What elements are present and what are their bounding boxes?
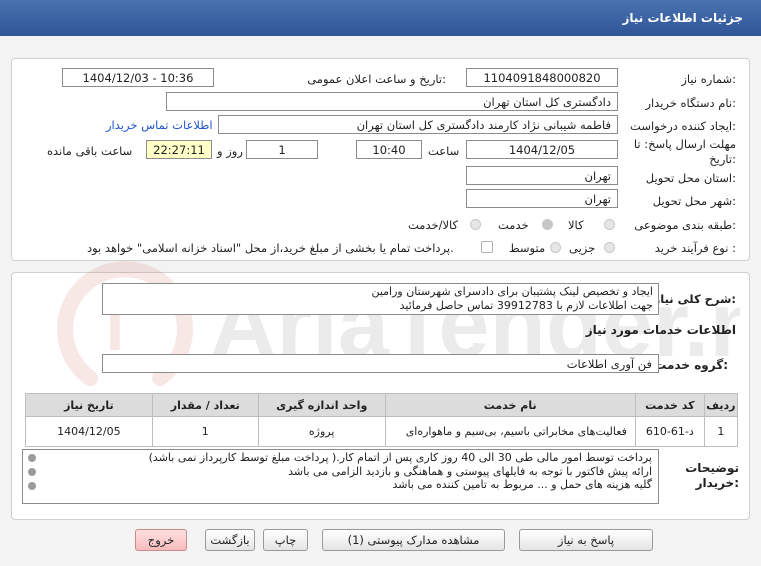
- scroll-down-dot-icon[interactable]: [28, 482, 36, 490]
- category-option-both: کالا/خدمت: [408, 218, 459, 232]
- service-group-label: گروه خدمت:: [654, 358, 728, 372]
- days-field: 1: [246, 140, 318, 159]
- summary-line-2: جهت اطلاعات لازم با 39912783 تماس حاصل ف…: [399, 298, 653, 312]
- scroll-up-dot-icon[interactable]: [28, 454, 36, 462]
- summary-line-1: ایجاد و تخصیص لینک پشتیبان برای دادسرای …: [371, 285, 653, 298]
- city-label: شهر محل تحویل:: [652, 194, 736, 208]
- table-header-cell: نام خدمت: [384, 393, 636, 417]
- need-number-field: 1104091848000820: [466, 68, 618, 87]
- province-field: تهران: [466, 166, 618, 185]
- table-cell: 1: [151, 416, 259, 447]
- process-option-medium: متوسط: [509, 241, 546, 255]
- table-header-cell: کد خدمت: [634, 393, 705, 417]
- category-radio-service[interactable]: [542, 219, 553, 230]
- table-header-cell: تعداد / مقدار: [151, 393, 259, 417]
- summary-box: ایجاد و تخصیص لینک پشتیبان برای دادسرای …: [102, 283, 659, 315]
- city-field: تهران: [466, 189, 618, 208]
- announce-date-field: 1404/12/03 - 10:36: [62, 68, 214, 87]
- category-label: طبقه بندی موضوعی:: [634, 218, 736, 232]
- announce-date-label: تاریخ و ساعت اعلان عمومی:: [307, 72, 446, 86]
- table-header-cell: واحد اندازه گیری: [257, 393, 386, 417]
- category-radio-both[interactable]: [470, 219, 481, 230]
- buyer-note-line-3: گلیه هزینه های حمل و ... مربوط به تامین …: [392, 478, 652, 491]
- creator-field: فاطمه شیبانی نژاد کارمند دادگستری کل است…: [218, 115, 618, 134]
- exit-button[interactable]: خروج: [135, 529, 187, 551]
- table-header-cell: تاریخ نیاز: [25, 393, 153, 417]
- buyer-org-field: دادگستری کل استان تهران: [166, 92, 618, 111]
- days-label: روز و: [217, 144, 243, 158]
- process-label: نوع فرآیند خرید :: [654, 241, 736, 255]
- table-header-cell: ردیف: [703, 393, 739, 417]
- page-title: جزئیات اطلاعات نیاز: [622, 11, 743, 25]
- deadline-time-field: 10:40: [356, 140, 422, 159]
- services-table-wrap: ردیف کد خدمت نام خدمت واحد اندازه گیری تعداد…: [25, 393, 739, 447]
- print-button[interactable]: چاپ: [263, 529, 308, 551]
- services-section-title: اطلاعات خدمات مورد نیاز: [585, 323, 736, 337]
- buyer-note-line-1: پرداخت توسط امور مالی طی 30 الی 40 روز ک…: [148, 451, 652, 464]
- treasury-payment-checkbox[interactable]: [481, 241, 493, 253]
- remaining-time-label: ساعت باقی مانده: [47, 144, 133, 158]
- remaining-time-field: 22:27:11: [146, 140, 212, 159]
- summary-label: شرح کلی نیاز:: [653, 292, 736, 306]
- process-radio-minor[interactable]: [604, 242, 615, 253]
- service-group-field: فن آوری اطلاعات: [102, 354, 659, 373]
- deadline-label-line2: تاریخ:: [709, 152, 736, 166]
- notes-scrollbar[interactable]: [25, 452, 39, 501]
- reply-button[interactable]: پاسخ به نیاز: [519, 529, 653, 551]
- table-header-row: ردیف کد خدمت نام خدمت واحد اندازه گیری تعداد…: [25, 393, 739, 417]
- deadline-label: مهلت ارسال پاسخ: تا تاریخ:: [634, 137, 736, 167]
- view-attachments-button[interactable]: مشاهده مدارک پیوستی (1): [322, 529, 505, 551]
- process-radio-medium[interactable]: [550, 242, 561, 253]
- buyer-org-label: نام دستگاه خریدار:: [645, 96, 736, 110]
- table-cell: 1: [703, 416, 739, 447]
- table-cell: فعالیت‌های مخابراتی باسیم، بی‌سیم و ماهو…: [384, 416, 636, 447]
- table-cell: د-61-610: [634, 416, 705, 447]
- buyer-notes-label-line1: توضیحات: [685, 461, 739, 475]
- category-option-service: خدمت: [498, 218, 529, 232]
- process-option-minor: جزیی: [569, 241, 596, 255]
- province-label: استان محل تحویل:: [645, 171, 736, 185]
- table-body: 1 د-61-610 فعالیت‌های مخابراتی باسیم، بی‌س…: [25, 416, 739, 447]
- table-cell: 1404/12/05: [25, 416, 153, 447]
- buyer-note-line-2: ارائه پیش فاکتور با توجه به فایلهای پیوس…: [288, 464, 652, 478]
- table-row: 1 د-61-610 فعالیت‌های مخابراتی باسیم، بی‌س…: [25, 416, 739, 447]
- back-button[interactable]: بازگشت: [205, 529, 255, 551]
- treasury-payment-note: پرداخت تمام یا بخشی از مبلغ خرید،از محل …: [87, 241, 454, 255]
- need-number-label: شماره نیاز:: [681, 72, 736, 86]
- deadline-date-field: 1404/12/05: [466, 140, 618, 159]
- buyer-contact-link[interactable]: اطلاعات تماس خریدار: [106, 118, 213, 132]
- scroll-thumb-dot-icon[interactable]: [28, 468, 36, 476]
- buyer-notes-label: توضیحات خریدار:: [685, 461, 739, 491]
- services-table: ردیف کد خدمت نام خدمت واحد اندازه گیری تعداد…: [25, 393, 739, 447]
- deadline-time-label: ساعت: [428, 144, 460, 158]
- category-radio-goods[interactable]: [604, 219, 615, 230]
- table-cell: پروژه: [257, 416, 386, 447]
- page-header: جزئیات اطلاعات نیاز: [0, 0, 761, 36]
- deadline-label-line1: مهلت ارسال پاسخ: تا: [633, 137, 736, 151]
- creator-label: ایجاد کننده درخواست:: [630, 119, 736, 133]
- buyer-notes-label-line2: خریدار:: [695, 476, 739, 490]
- category-option-goods: کالا: [568, 218, 584, 232]
- buyer-notes-box: پرداخت توسط امور مالی طی 30 الی 40 روز ک…: [22, 449, 659, 504]
